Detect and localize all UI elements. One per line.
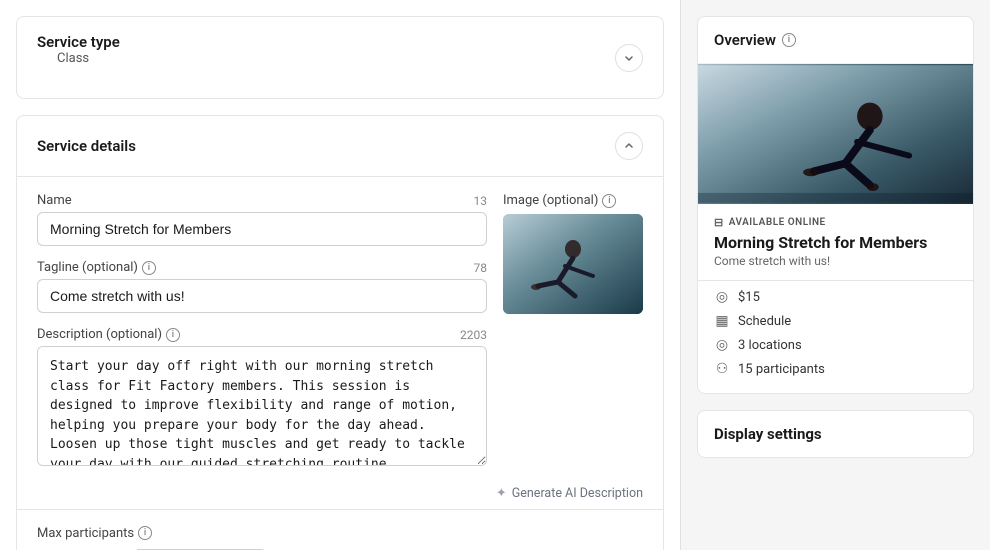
name-label: Name xyxy=(37,193,72,208)
overview-title: Overview xyxy=(714,31,776,49)
ai-generate-label: Generate AI Description xyxy=(512,486,643,501)
left-panel: Service type Class Service details xyxy=(0,0,680,550)
service-type-label-group: Service type Class xyxy=(37,33,120,82)
image-label: Image (optional) i xyxy=(503,193,643,208)
tagline-label: Tagline (optional) i xyxy=(37,260,156,275)
preview-locations: 3 locations xyxy=(738,338,802,353)
preview-price: $15 xyxy=(738,290,760,305)
calendar-icon: ▦ xyxy=(714,313,730,329)
preview-image xyxy=(698,64,973,204)
available-online-badge: ⊟ AVAILABLE ONLINE xyxy=(714,216,957,229)
price-icon: ◎ xyxy=(714,289,730,305)
overview-section: Overview i xyxy=(697,16,974,394)
image-preview-inner xyxy=(503,214,643,314)
preview-tagline: Come stretch with us! xyxy=(698,254,973,280)
people-icon: ⚇ xyxy=(714,361,730,377)
preview-schedule: Schedule xyxy=(738,314,791,329)
preview-participants: 15 participants xyxy=(738,362,825,377)
preview-image-inner xyxy=(698,64,973,204)
max-participants-info-icon[interactable]: i xyxy=(138,526,152,540)
preview-schedule-item: ▦ Schedule xyxy=(714,313,957,329)
display-settings-title: Display settings xyxy=(714,425,957,443)
preview-price-item: ◎ $15 xyxy=(714,289,957,305)
form-right-column: Image (optional) i xyxy=(503,193,643,466)
service-type-collapse-button[interactable] xyxy=(615,44,643,72)
name-input[interactable] xyxy=(37,212,487,246)
image-preview[interactable] xyxy=(503,214,643,314)
preview-participants-item: ⚇ 15 participants xyxy=(714,361,957,377)
max-participants-section: Max participants i Participants ▲ ▼ xyxy=(17,510,663,550)
service-type-value: Class xyxy=(37,51,120,82)
name-char-count: 13 xyxy=(474,194,488,208)
ai-generate-row[interactable]: ✦ Generate AI Description xyxy=(17,482,663,509)
service-details-section: Service details Name 13 xyxy=(16,115,664,550)
name-field-group: Name 13 xyxy=(37,193,487,246)
image-info-icon[interactable]: i xyxy=(602,194,616,208)
tagline-info-icon[interactable]: i xyxy=(142,261,156,275)
description-textarea[interactable] xyxy=(37,346,487,466)
name-label-row: Name 13 xyxy=(37,193,487,208)
monitor-icon: ⊟ xyxy=(714,216,724,229)
overview-info-icon[interactable]: i xyxy=(782,33,796,47)
display-settings-section: Display settings xyxy=(697,410,974,458)
overview-header: Overview i xyxy=(698,17,973,64)
description-field-group: Description (optional) i 2203 xyxy=(37,327,487,466)
service-type-section: Service type Class xyxy=(16,16,664,99)
preview-details: ◎ $15 ▦ Schedule ◎ 3 locations ⚇ 15 part… xyxy=(698,281,973,393)
tagline-label-row: Tagline (optional) i 78 xyxy=(37,260,487,275)
sparkle-icon: ✦ xyxy=(496,486,507,501)
tagline-input[interactable] xyxy=(37,279,487,313)
right-panel: Overview i xyxy=(680,0,990,550)
description-info-icon[interactable]: i xyxy=(166,328,180,342)
form-left-column: Name 13 Tagline (optional) i 78 xyxy=(37,193,487,466)
service-type-header: Service type Class xyxy=(17,17,663,98)
service-type-title: Service type xyxy=(37,33,120,51)
service-details-collapse-button[interactable] xyxy=(615,132,643,160)
description-label-row: Description (optional) i 2203 xyxy=(37,327,487,342)
preview-locations-item: ◎ 3 locations xyxy=(714,337,957,353)
tagline-field-group: Tagline (optional) i 78 xyxy=(37,260,487,313)
tagline-char-count: 78 xyxy=(474,261,488,275)
service-details-title: Service details xyxy=(37,137,136,155)
service-details-header: Service details xyxy=(17,116,663,176)
preview-title: Morning Stretch for Members xyxy=(698,233,973,254)
description-char-count: 2203 xyxy=(460,328,487,342)
description-label: Description (optional) i xyxy=(37,327,180,342)
location-icon: ◎ xyxy=(714,337,730,353)
service-details-form: Name 13 Tagline (optional) i 78 xyxy=(17,177,663,482)
available-online-text: AVAILABLE ONLINE xyxy=(729,217,826,228)
max-participants-label: Max participants i xyxy=(37,526,643,541)
